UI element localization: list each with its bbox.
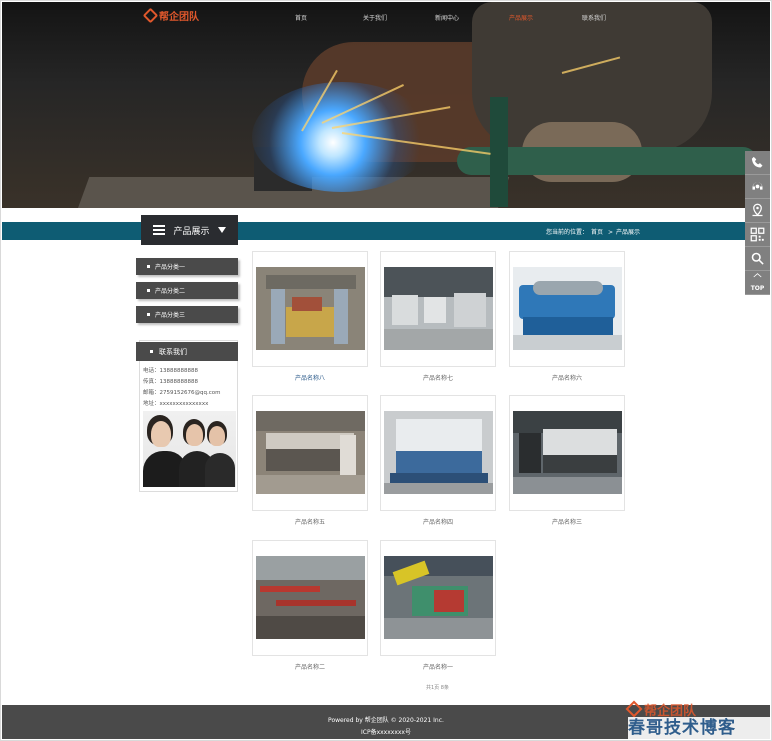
- product-card[interactable]: 产品名称五: [252, 395, 368, 526]
- breadcrumb-prefix: 您当前的位置：: [546, 229, 589, 236]
- search-icon[interactable]: [745, 247, 770, 271]
- product-name[interactable]: 产品名称三: [510, 517, 624, 526]
- contact-header: 联系我们: [136, 342, 238, 361]
- location-icon[interactable]: [745, 199, 770, 223]
- category-item-2[interactable]: 产品分类二: [136, 282, 238, 299]
- hero-banner: 帮企团队 首页 关于我们 新闻中心 产品展示 联系我们: [2, 2, 770, 208]
- product-name[interactable]: 产品名称四: [381, 517, 495, 526]
- qrcode-icon[interactable]: [745, 223, 770, 247]
- product-card[interactable]: 产品名称七: [380, 251, 496, 382]
- top-label: TOP: [750, 285, 765, 292]
- pagination-info: 共1页 8条: [426, 685, 449, 691]
- product-name[interactable]: 产品名称二: [253, 662, 367, 671]
- nav-about[interactable]: 关于我们: [363, 13, 387, 22]
- product-image: [384, 556, 493, 639]
- product-image: [384, 411, 493, 494]
- product-card[interactable]: 产品名称八: [252, 251, 368, 382]
- breadcrumb-separator: >: [607, 229, 613, 236]
- breadcrumb-current: 产品展示: [615, 229, 640, 236]
- breadcrumb: 您当前的位置： 首页 > 产品展示: [546, 227, 643, 236]
- contact-address: 地址：xxxxxxxxxxxxxxx: [143, 401, 209, 407]
- customer-service-photo: [143, 411, 236, 487]
- contact-email: 邮箱：2759152676@qq.com: [143, 390, 221, 396]
- product-name[interactable]: 产品名称一: [381, 662, 495, 671]
- logo-icon: [142, 7, 159, 24]
- logo-text: 帮企团队: [159, 12, 199, 23]
- hero-weld-glow: [252, 82, 432, 192]
- watermark-text: 春哥技术博客: [628, 717, 770, 739]
- chevron-down-icon: [217, 227, 226, 233]
- product-image: [256, 411, 365, 494]
- bullet-icon: [147, 313, 150, 316]
- product-name[interactable]: 产品名称七: [381, 373, 495, 382]
- category-item-1[interactable]: 产品分类一: [136, 258, 238, 275]
- product-card[interactable]: 产品名称四: [380, 395, 496, 526]
- product-image: [513, 411, 622, 494]
- site-logo[interactable]: 帮企团队: [142, 7, 199, 24]
- product-image: [256, 267, 365, 350]
- bullet-icon: [147, 265, 150, 268]
- watermark-logo: 帮企团队: [625, 700, 768, 719]
- phone-icon[interactable]: [745, 151, 770, 175]
- hero-pipe-vertical: [490, 97, 508, 207]
- nav-home[interactable]: 首页: [295, 13, 307, 22]
- category-title: 产品展示: [173, 226, 210, 237]
- product-card[interactable]: 产品名称三: [509, 395, 625, 526]
- nav-news[interactable]: 新闻中心: [435, 13, 459, 22]
- category-label: 产品分类三: [155, 312, 186, 319]
- product-image: [384, 267, 493, 350]
- watermark-logo-text: 帮企团队: [644, 703, 697, 719]
- bullet-icon: [147, 289, 150, 292]
- list-icon: [153, 225, 166, 235]
- category-item-3[interactable]: 产品分类三: [136, 306, 238, 323]
- product-name[interactable]: 产品名称八: [253, 373, 367, 382]
- category-header[interactable]: 产品展示: [141, 215, 238, 245]
- contact-fax: 传真：13888888888: [143, 379, 198, 385]
- bullet-icon: [150, 350, 153, 353]
- product-image: [256, 556, 365, 639]
- category-label: 产品分类二: [155, 288, 186, 295]
- product-name[interactable]: 产品名称五: [253, 517, 367, 526]
- headset-icon[interactable]: [745, 175, 770, 199]
- section-bar: [2, 222, 770, 240]
- product-card[interactable]: 产品名称六: [509, 251, 625, 382]
- product-card[interactable]: 产品名称一: [380, 540, 496, 671]
- watermark-logo-icon: [625, 700, 643, 718]
- back-to-top-button[interactable]: TOP: [745, 271, 770, 295]
- top-nav: 帮企团队 首页 关于我们 新闻中心 产品展示 联系我们: [2, 2, 770, 32]
- side-toolbar: TOP: [745, 151, 770, 295]
- category-label: 产品分类一: [155, 264, 186, 271]
- nav-products[interactable]: 产品展示: [509, 13, 533, 22]
- product-image: [513, 267, 622, 350]
- product-card[interactable]: 产品名称二: [252, 540, 368, 671]
- contact-phone: 电话：13888888888: [143, 368, 198, 374]
- product-name[interactable]: 产品名称六: [510, 373, 624, 382]
- nav-contact[interactable]: 联系我们: [582, 13, 606, 22]
- breadcrumb-home[interactable]: 首页: [591, 229, 603, 236]
- contact-title: 联系我们: [159, 347, 187, 356]
